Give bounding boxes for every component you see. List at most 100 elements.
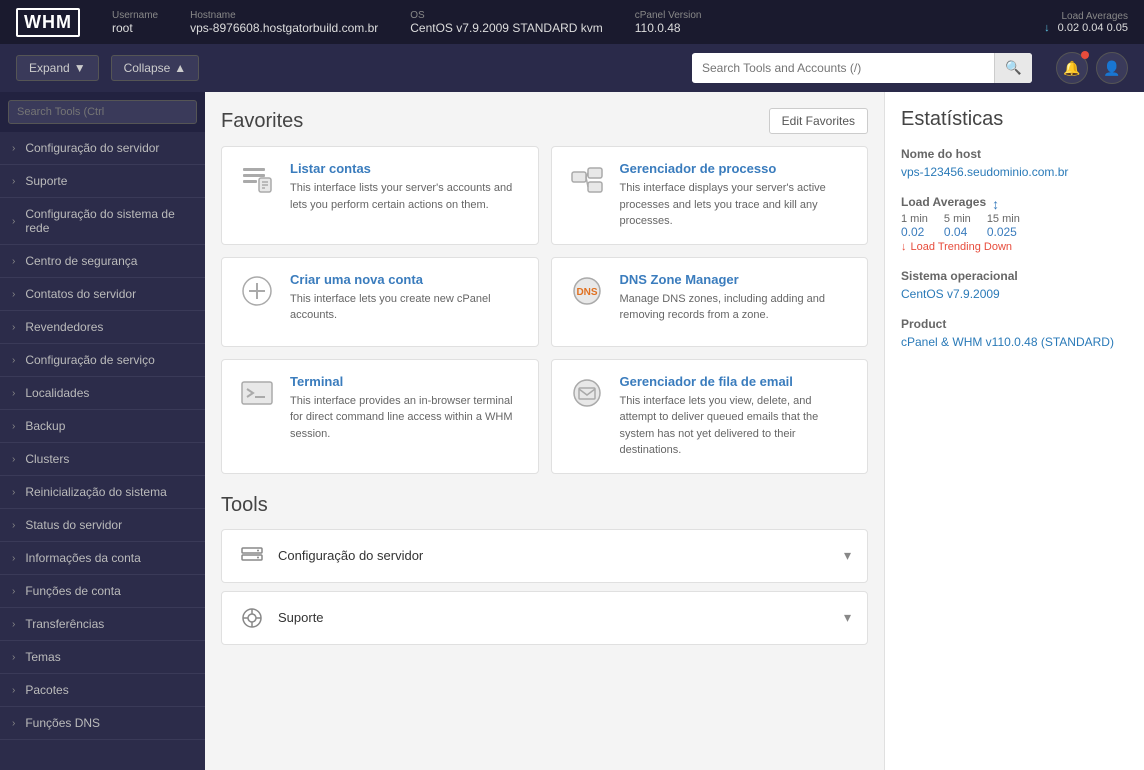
sidebar-item-label: Localidades bbox=[25, 386, 89, 400]
username-field: Username root bbox=[112, 10, 158, 35]
sidebar-item-label: Pacotes bbox=[25, 683, 68, 697]
load-trending[interactable]: ↓ Load Trending Down bbox=[901, 241, 1128, 253]
chevron-icon: › bbox=[12, 216, 15, 227]
stats-product-value: cPanel & WHM v110.0.48 (STANDARD) bbox=[901, 335, 1128, 349]
load-1min-value: 0.02 bbox=[901, 225, 928, 239]
load-values-text: 0.02 0.04 0.05 bbox=[1058, 22, 1128, 34]
fav-card-title[interactable]: Criar uma nova conta bbox=[290, 272, 522, 287]
bell-icon: 🔔 bbox=[1063, 60, 1080, 77]
chevron-icon: › bbox=[12, 143, 15, 154]
load-5min-value: 0.04 bbox=[944, 225, 971, 239]
sidebar-item-seguranca[interactable]: › Centro de segurança bbox=[0, 245, 205, 278]
fav-card-title[interactable]: Gerenciador de processo bbox=[620, 161, 852, 176]
os-field: OS CentOS v7.9.2009 STANDARD kvm bbox=[410, 10, 603, 35]
sidebar-item-configuracao-servidor[interactable]: › Configuração do servidor bbox=[0, 132, 205, 165]
fav-card-desc: This interface lists your server's accou… bbox=[290, 180, 522, 213]
fav-card-email[interactable]: Gerenciador de fila de email This interf… bbox=[551, 359, 869, 474]
sidebar-item-transferencias[interactable]: › Transferências bbox=[0, 608, 205, 641]
fav-card-dns[interactable]: DNS DNS Zone Manager Manage DNS zones, i… bbox=[551, 257, 869, 347]
stats-os-value: CentOS v7.9.2009 bbox=[901, 287, 1128, 301]
sidebar-item-label: Status do servidor bbox=[25, 518, 122, 532]
tools-accordion-config-servidor[interactable]: Configuração do servidor ▾ bbox=[221, 529, 868, 583]
sidebar-item-localidades[interactable]: › Localidades bbox=[0, 377, 205, 410]
load-icon: ↕ bbox=[992, 196, 999, 212]
tools-accordion-suporte[interactable]: Suporte ▾ bbox=[221, 591, 868, 645]
expand-button[interactable]: Expand ▼ bbox=[16, 55, 99, 81]
fav-card-content: Terminal This interface provides an in-b… bbox=[290, 374, 522, 443]
sidebar-item-config-servico[interactable]: › Configuração de serviço bbox=[0, 344, 205, 377]
add-account-icon bbox=[238, 272, 276, 310]
user-button[interactable]: 👤 bbox=[1096, 52, 1128, 84]
header-icons: 🔔 👤 bbox=[1056, 52, 1128, 84]
chevron-icon: › bbox=[12, 553, 15, 564]
sidebar-item-rede[interactable]: › Configuração do sistema de rede bbox=[0, 198, 205, 245]
sidebar-item-clusters[interactable]: › Clusters bbox=[0, 443, 205, 476]
search-global-input[interactable] bbox=[692, 54, 994, 82]
tools-accordion-label: Configuração do servidor bbox=[278, 548, 423, 563]
server-config-icon bbox=[238, 542, 266, 570]
chevron-icon: › bbox=[12, 289, 15, 300]
load-avg-topbar: Load Averages ↓ 0.02 0.04 0.05 bbox=[1044, 11, 1128, 34]
sidebar-search-area[interactable] bbox=[0, 92, 205, 132]
sidebar-item-label: Centro de segurança bbox=[25, 254, 137, 268]
sidebar-item-contatos[interactable]: › Contatos do servidor bbox=[0, 278, 205, 311]
hostname-value: vps-8976608.hostgatorbuild.com.br bbox=[190, 21, 378, 35]
stats-os-label: Sistema operacional bbox=[901, 269, 1128, 283]
dns-icon: DNS bbox=[568, 272, 606, 310]
tools-section: Tools Configuração do servidor bbox=[221, 494, 868, 645]
fav-card-title[interactable]: Terminal bbox=[290, 374, 522, 389]
sidebar-item-pacotes[interactable]: › Pacotes bbox=[0, 674, 205, 707]
favorites-header: Favorites Edit Favorites bbox=[221, 108, 868, 134]
sidebar-item-suporte[interactable]: › Suporte bbox=[0, 165, 205, 198]
terminal-icon bbox=[238, 374, 276, 412]
sidebar-item-funcoes-dns[interactable]: › Funções DNS bbox=[0, 707, 205, 740]
fav-card-title[interactable]: DNS Zone Manager bbox=[620, 272, 852, 287]
load-15min-label: 15 min bbox=[987, 213, 1020, 225]
sidebar-item-reinicializacao[interactable]: › Reinicialização do sistema bbox=[0, 476, 205, 509]
sidebar: › Configuração do servidor › Suporte › C… bbox=[0, 92, 205, 770]
chevron-icon: › bbox=[12, 586, 15, 597]
sidebar-item-backup[interactable]: › Backup bbox=[0, 410, 205, 443]
chevron-icon: › bbox=[12, 619, 15, 630]
sidebar-item-info-conta[interactable]: › Informações da conta bbox=[0, 542, 205, 575]
fav-card-title[interactable]: Gerenciador de fila de email bbox=[620, 374, 852, 389]
fav-card-criar-conta[interactable]: Criar uma nova conta This interface lets… bbox=[221, 257, 539, 347]
chevron-icon: › bbox=[12, 487, 15, 498]
collapse-button[interactable]: Collapse ▲ bbox=[111, 55, 200, 81]
sidebar-item-temas[interactable]: › Temas bbox=[0, 641, 205, 674]
email-icon bbox=[568, 374, 606, 412]
fav-card-gerenciador-processo[interactable]: Gerenciador de processo This interface d… bbox=[551, 146, 869, 245]
cpanel-version-value: 110.0.48 bbox=[635, 21, 702, 35]
sidebar-item-label: Funções DNS bbox=[25, 716, 100, 730]
chevron-icon: › bbox=[12, 718, 15, 729]
sidebar-item-funcoes-conta[interactable]: › Funções de conta bbox=[0, 575, 205, 608]
sidebar-item-label: Suporte bbox=[25, 174, 67, 188]
stats-load-avg-label: Load Averages bbox=[901, 195, 986, 209]
fav-card-listar-contas[interactable]: Listar contas This interface lists your … bbox=[221, 146, 539, 245]
search-tools-global[interactable]: 🔍 bbox=[692, 53, 1032, 83]
logo-area: WHM bbox=[16, 8, 80, 37]
tools-accordion-header[interactable]: Configuração do servidor ▾ bbox=[222, 530, 867, 582]
notification-button[interactable]: 🔔 bbox=[1056, 52, 1088, 84]
fav-card-title[interactable]: Listar contas bbox=[290, 161, 522, 176]
chevron-icon: › bbox=[12, 652, 15, 663]
sidebar-search-input[interactable] bbox=[8, 100, 197, 124]
chevron-icon: › bbox=[12, 454, 15, 465]
whm-logo: WHM bbox=[16, 8, 80, 37]
edit-favorites-button[interactable]: Edit Favorites bbox=[769, 108, 868, 134]
sidebar-item-revendedores[interactable]: › Revendedores bbox=[0, 311, 205, 344]
expand-icon: ▼ bbox=[74, 61, 86, 75]
sidebar-item-label: Transferências bbox=[25, 617, 104, 631]
stats-load-avg-section: Load Averages ↕ 1 min 0.02 5 min 0.04 15… bbox=[901, 195, 1128, 253]
chevron-icon: › bbox=[12, 176, 15, 187]
fav-card-desc: This interface displays your server's ac… bbox=[620, 180, 852, 230]
fav-card-content: DNS Zone Manager Manage DNS zones, inclu… bbox=[620, 272, 852, 324]
tools-accordion-header-suporte[interactable]: Suporte ▾ bbox=[222, 592, 867, 644]
content-area: Favorites Edit Favorites bbox=[205, 92, 884, 770]
fav-card-terminal[interactable]: Terminal This interface provides an in-b… bbox=[221, 359, 539, 474]
search-global-button[interactable]: 🔍 bbox=[994, 53, 1032, 83]
sidebar-item-status[interactable]: › Status do servidor bbox=[0, 509, 205, 542]
notification-badge bbox=[1081, 51, 1089, 59]
chevron-icon: › bbox=[12, 421, 15, 432]
load-avg-label-topbar: Load Averages bbox=[1061, 11, 1128, 22]
